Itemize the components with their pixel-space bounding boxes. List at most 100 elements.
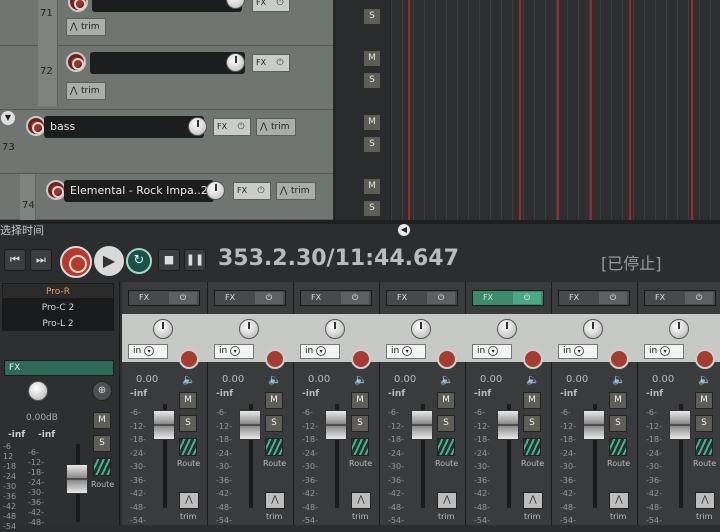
volume-knob[interactable] [206,181,225,200]
pan-knob[interactable] [28,381,48,401]
solo-button[interactable]: S [523,415,541,432]
go-to-end-icon[interactable]: ⏭ [30,249,52,271]
trim-icon[interactable]: ⋀ [265,492,285,509]
mute-button[interactable]: M [363,114,381,131]
pan-knob[interactable] [669,319,689,339]
track-name[interactable] [92,0,242,12]
trim-icon[interactable]: ⋀ [609,492,629,509]
mute-button[interactable]: M [695,392,713,409]
power-icon[interactable]: ⏻ [513,292,541,304]
fx-button[interactable]: FX ⏻ [558,290,630,306]
route-button[interactable] [179,438,197,456]
volume-fader[interactable] [239,410,261,440]
go-to-start-icon[interactable]: ⏮ [4,249,26,271]
trim-button[interactable]: trim [66,18,106,36]
record-arm-button[interactable] [265,349,285,369]
trim-button[interactable]: trim [256,118,296,136]
volume-fader[interactable] [583,410,605,440]
power-icon[interactable]: ⏻ [273,56,287,70]
speaker-icon[interactable]: 🔈 [268,374,282,386]
power-icon[interactable]: ⏻ [685,292,713,304]
trim-button[interactable]: trim [276,182,316,200]
route-button[interactable] [265,438,283,456]
input-select[interactable]: in ▾ [214,344,254,359]
plugin-slot[interactable]: Pro-L 2 [2,315,114,331]
record-arm-button[interactable] [46,180,66,200]
volume-fader[interactable] [411,410,433,440]
fx-button[interactable]: FX ⏻ [233,182,271,200]
power-icon[interactable]: ⏻ [254,184,268,198]
input-select[interactable]: in ▾ [644,344,684,359]
fx-button[interactable]: FX ⏻ [300,290,372,306]
volume-fader[interactable] [325,410,347,440]
solo-button[interactable]: S [437,415,455,432]
solo-button[interactable]: S [93,435,111,452]
volume-fader[interactable] [497,410,519,440]
solo-button[interactable]: S [265,415,283,432]
mute-button[interactable]: M [363,50,381,67]
power-icon[interactable]: ⏻ [427,292,455,304]
record-arm-button[interactable] [351,349,371,369]
record-arm-button[interactable] [26,116,46,136]
mute-button[interactable]: M [351,392,369,409]
fx-button[interactable]: FX ⏻ [644,290,716,306]
input-select[interactable]: in ▾ [558,344,598,359]
mute-button[interactable]: M [179,392,197,409]
fx-button[interactable]: FX ⏻ [472,290,544,306]
track-name[interactable]: bass [44,116,204,138]
stop-icon[interactable]: ■ [158,249,180,271]
power-icon[interactable]: ⏻ [255,292,283,304]
speaker-icon[interactable]: 🔈 [526,374,540,386]
trim-button[interactable]: trim [66,82,106,100]
solo-button[interactable]: S [363,200,381,217]
solo-button[interactable]: S [363,136,381,153]
solo-button[interactable]: S [363,8,381,25]
power-icon[interactable]: ⏻ [234,120,248,134]
trim-icon[interactable]: ⋀ [695,492,715,509]
mute-button[interactable]: M [265,392,283,409]
arrange-view[interactable] [390,0,720,220]
solo-button[interactable]: S [695,415,713,432]
mute-button[interactable]: M [523,392,541,409]
trim-icon[interactable]: ⋀ [523,492,543,509]
record-arm-button[interactable] [68,0,88,12]
record-icon[interactable] [60,246,92,278]
record-arm-button[interactable] [695,349,715,369]
fx-button[interactable]: FX ⏻ [252,0,290,12]
speaker-icon[interactable]: 🔈 [612,374,626,386]
link-icon[interactable]: ⊕ [92,381,112,401]
input-select[interactable]: in ▾ [128,344,168,359]
trim-icon[interactable]: ⋀ [179,492,199,509]
record-arm-button[interactable] [179,349,199,369]
speaker-icon[interactable]: 🔈 [440,374,454,386]
mute-button[interactable]: M [437,392,455,409]
solo-button[interactable]: S [179,415,197,432]
solo-button[interactable]: S [351,415,369,432]
power-icon[interactable]: ⏻ [599,292,627,304]
pan-knob[interactable] [497,319,517,339]
fx-button[interactable]: FX ⏻ [213,118,251,136]
plugin-slot[interactable]: Pro-C 2 [2,299,114,315]
speaker-icon[interactable]: 🔈 [182,374,196,386]
volume-knob[interactable] [188,117,207,136]
pan-knob[interactable] [153,319,173,339]
trim-icon[interactable]: ⋀ [351,492,371,509]
plugin-slot[interactable]: Pro-R [2,283,114,299]
track-72[interactable]: 72 FX ⏻ trim [0,46,333,110]
time-display[interactable]: 353.2.30/11:44.647 [218,246,459,271]
route-button[interactable] [437,438,455,456]
fx-button[interactable]: FX ⏻ [252,54,290,72]
route-button[interactable] [609,438,627,456]
power-icon[interactable]: ⏻ [273,0,287,10]
pan-knob[interactable] [583,319,603,339]
record-arm-button[interactable] [609,349,629,369]
folder-collapse-icon[interactable]: ▼ [1,111,15,125]
mute-button[interactable]: M [363,178,381,195]
pause-icon[interactable]: ❚❚ [184,249,206,271]
record-arm-button[interactable] [66,52,86,72]
route-button[interactable] [93,458,111,476]
panel-divider[interactable] [0,220,720,224]
track-71[interactable]: 71 FX ⏻ trim [0,0,333,46]
power-icon[interactable]: ⏻ [169,292,197,304]
input-select[interactable]: in ▾ [386,344,426,359]
